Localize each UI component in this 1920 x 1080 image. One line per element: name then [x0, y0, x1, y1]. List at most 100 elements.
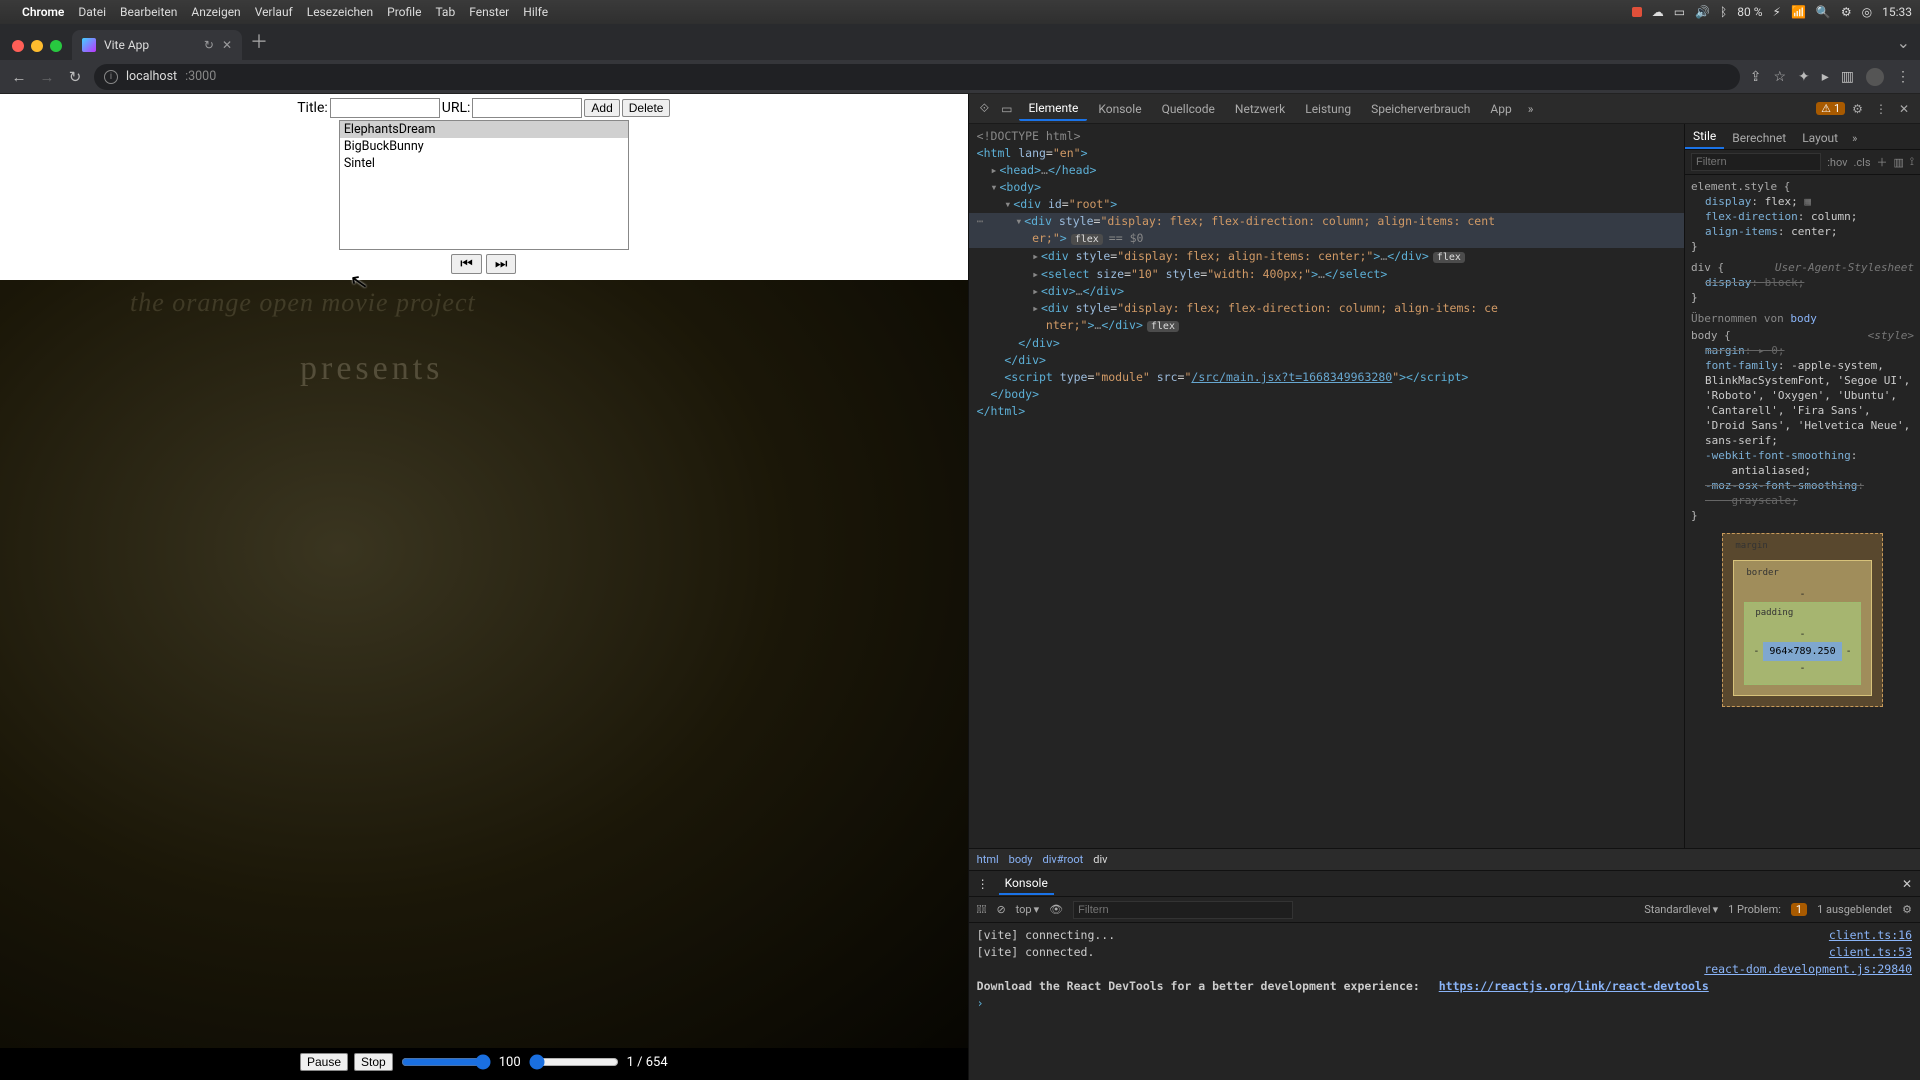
- tray-cc-icon[interactable]: ⚙︎: [1841, 5, 1852, 19]
- styles-tab-layout[interactable]: Layout: [1794, 127, 1846, 149]
- console-filter-input[interactable]: [1073, 901, 1293, 919]
- volume-slider[interactable]: [401, 1054, 491, 1070]
- tray-siri-icon[interactable]: ◎: [1862, 5, 1872, 19]
- drawer-menu-icon[interactable]: ⋮: [977, 877, 989, 891]
- url-input[interactable]: [472, 98, 582, 118]
- list-item[interactable]: BigBuckBunny: [340, 138, 628, 155]
- styles-hov-button[interactable]: :hov: [1827, 156, 1847, 169]
- nav-forward-button[interactable]: →: [38, 68, 56, 86]
- styles-pin-icon[interactable]: ⟟: [1910, 155, 1914, 169]
- stop-button[interactable]: Stop: [354, 1053, 393, 1071]
- styles-cls-button[interactable]: .cls: [1853, 156, 1870, 169]
- device-toggle-icon[interactable]: ▭: [996, 102, 1017, 116]
- tab-reload-icon[interactable]: ↻: [204, 38, 214, 52]
- drawer-tab-console[interactable]: Konsole: [999, 873, 1054, 895]
- console-hidden-label[interactable]: 1 ausgeblendet: [1817, 903, 1892, 916]
- delete-button[interactable]: Delete: [622, 99, 671, 117]
- title-input[interactable]: [330, 98, 440, 118]
- devtools-menu-icon[interactable]: ⋮: [1870, 102, 1892, 116]
- browser-tab[interactable]: Vite App ↻ ✕: [72, 30, 242, 60]
- list-item[interactable]: Sintel: [340, 155, 628, 172]
- styles-filter-input[interactable]: [1691, 153, 1821, 171]
- console-level-selector[interactable]: Standardlevel ▾: [1644, 903, 1718, 916]
- tray-battery-pct[interactable]: 80 %: [1737, 5, 1762, 19]
- devtools-tab-app[interactable]: App: [1481, 98, 1520, 120]
- tray-bt-icon[interactable]: ᛒ: [1720, 5, 1727, 19]
- console-exec-icon[interactable]: ▸⃞: [977, 903, 987, 916]
- console-context-selector[interactable]: top ▾: [1016, 903, 1039, 916]
- side-panel-icon[interactable]: ▥: [1841, 69, 1854, 85]
- video-player-area[interactable]: the orange open movie project presents: [0, 280, 968, 1048]
- devtools-tab-elements[interactable]: Elemente: [1019, 97, 1087, 121]
- video-listbox[interactable]: ElephantsDream BigBuckBunny Sintel: [339, 120, 629, 250]
- dom-tree[interactable]: <!DOCTYPE html> <html lang="en"> ▸<head>…: [969, 124, 1685, 848]
- tray-volume-icon[interactable]: 🔊: [1695, 5, 1710, 19]
- seek-slider[interactable]: [529, 1054, 619, 1070]
- styles-overflow-icon[interactable]: »: [1846, 128, 1863, 149]
- bookmark-star-icon[interactable]: ☆: [1773, 69, 1786, 85]
- styles-rules[interactable]: element.style { display: flex; ▦ flex-di…: [1685, 175, 1920, 848]
- styles-tab-computed[interactable]: Berechnet: [1724, 127, 1794, 149]
- devtools-tab-perf[interactable]: Leistung: [1296, 98, 1360, 120]
- window-minimize-button[interactable]: [31, 40, 43, 52]
- devtools-tab-sources[interactable]: Quellcode: [1153, 98, 1224, 120]
- menu-help[interactable]: Hilfe: [523, 5, 548, 19]
- console-problem-label[interactable]: 1 Problem:: [1728, 903, 1781, 916]
- menu-view[interactable]: Anzeigen: [191, 5, 240, 19]
- tray-cloud-icon[interactable]: ☁︎: [1652, 5, 1664, 19]
- console-live-icon[interactable]: 👁: [1049, 903, 1063, 916]
- console-prompt[interactable]: ›: [977, 996, 984, 1010]
- prev-button[interactable]: ⏮: [451, 254, 482, 274]
- tray-search-icon[interactable]: 🔍: [1816, 5, 1831, 19]
- devtools-tab-memory[interactable]: Speicherverbrauch: [1362, 98, 1479, 120]
- console-settings-icon[interactable]: ⚙: [1902, 903, 1912, 916]
- menu-file[interactable]: Datei: [78, 5, 106, 19]
- crumb[interactable]: div#root: [1043, 853, 1084, 866]
- console-output[interactable]: [vite] connecting...client.ts:16 [vite] …: [969, 923, 1920, 1080]
- menu-profiles[interactable]: Profile: [387, 5, 421, 19]
- devtools-tabs-overflow-icon[interactable]: »: [1523, 102, 1539, 116]
- tabs-dropdown-icon[interactable]: ⌄: [1897, 33, 1910, 52]
- console-clear-icon[interactable]: ⊘: [996, 903, 1005, 916]
- menu-edit[interactable]: Bearbeiten: [120, 5, 177, 19]
- styles-tab-styles[interactable]: Stile: [1685, 125, 1724, 149]
- devtools-warning-badge[interactable]: ⚠ 1: [1816, 102, 1845, 115]
- chrome-menu-icon[interactable]: ⋮: [1896, 69, 1910, 85]
- crumb[interactable]: body: [1009, 853, 1033, 866]
- drawer-close-icon[interactable]: ✕: [1902, 877, 1912, 891]
- app-name[interactable]: Chrome: [22, 5, 64, 19]
- media-control-icon[interactable]: ▸: [1822, 69, 1829, 85]
- crumb[interactable]: div: [1093, 853, 1107, 866]
- nav-reload-button[interactable]: ↻: [66, 68, 84, 86]
- new-tab-button[interactable]: ＋: [250, 28, 268, 54]
- pause-button[interactable]: Pause: [300, 1053, 348, 1071]
- menu-tab[interactable]: Tab: [435, 5, 455, 19]
- tray-display-icon[interactable]: ▭: [1674, 5, 1685, 19]
- profile-avatar-icon[interactable]: [1866, 68, 1884, 86]
- crumb[interactable]: html: [977, 853, 999, 866]
- list-item[interactable]: ElephantsDream: [340, 121, 628, 138]
- menu-history[interactable]: Verlauf: [255, 5, 293, 19]
- site-info-icon[interactable]: i: [104, 70, 118, 84]
- omnibox[interactable]: i localhost:3000: [94, 64, 1740, 90]
- devtools-close-icon[interactable]: ✕: [1894, 102, 1914, 116]
- add-button[interactable]: Add: [584, 99, 619, 117]
- window-close-button[interactable]: [12, 40, 24, 52]
- console-problem-badge[interactable]: 1: [1791, 903, 1807, 916]
- styles-panel-icon[interactable]: ▥: [1894, 156, 1904, 169]
- tray-record-icon[interactable]: [1632, 7, 1642, 17]
- extensions-icon[interactable]: ✦: [1798, 69, 1810, 85]
- tab-close-icon[interactable]: ✕: [222, 38, 232, 52]
- devtools-tab-console[interactable]: Konsole: [1089, 98, 1150, 120]
- inspect-element-icon[interactable]: ⟐: [975, 101, 994, 116]
- devtools-tab-network[interactable]: Netzwerk: [1226, 98, 1294, 120]
- box-model[interactable]: margin border - padding - - 964×789.250 …: [1691, 533, 1914, 707]
- devtools-settings-icon[interactable]: ⚙: [1847, 102, 1868, 116]
- tray-clock[interactable]: 15:33: [1882, 5, 1912, 19]
- window-zoom-button[interactable]: [50, 40, 62, 52]
- nav-back-button[interactable]: ←: [10, 68, 28, 86]
- menu-window[interactable]: Fenster: [469, 5, 509, 19]
- tray-battery-icon[interactable]: ⚡︎: [1773, 5, 1781, 19]
- menu-bookmarks[interactable]: Lesezeichen: [307, 5, 373, 19]
- share-icon[interactable]: ⇪: [1750, 69, 1762, 85]
